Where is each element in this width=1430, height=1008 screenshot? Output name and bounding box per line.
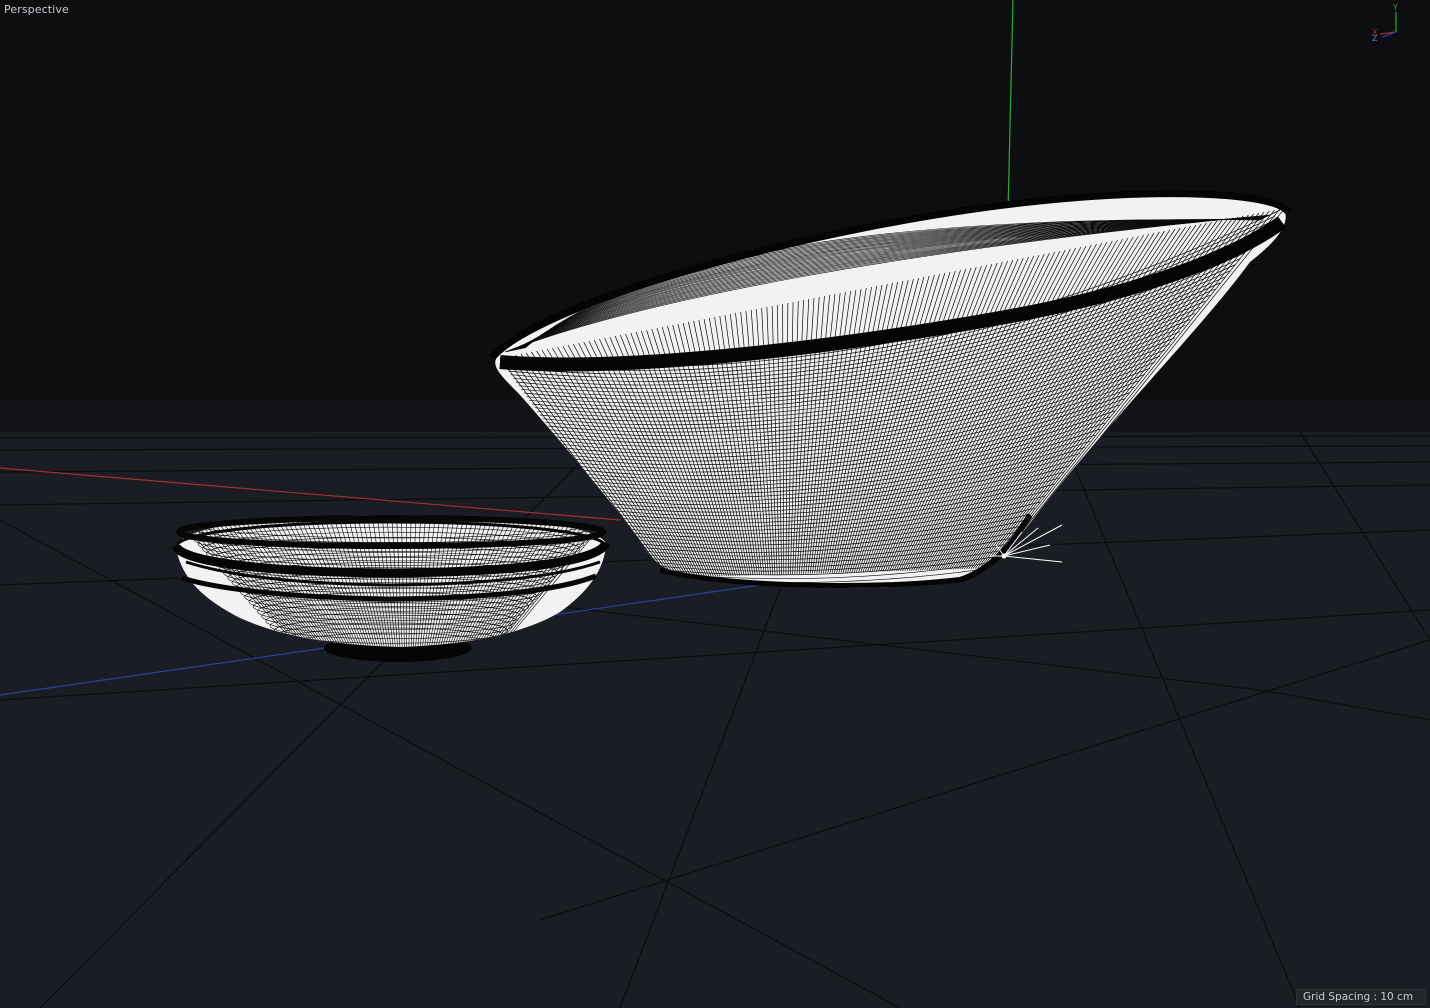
3d-viewport[interactable]: Perspective Y X Z Grid Spacing : 10 cm: [0, 0, 1430, 1008]
gizmo-z-label: Z: [1372, 34, 1378, 43]
gizmo-y-label: Y: [1393, 3, 1398, 12]
scene-canvas[interactable]: [0, 0, 1430, 1008]
axis-gizmo: Y X Z: [1372, 3, 1402, 43]
view-mode-label[interactable]: Perspective: [4, 3, 69, 16]
grid-spacing-status: Grid Spacing : 10 cm: [1296, 989, 1426, 1005]
